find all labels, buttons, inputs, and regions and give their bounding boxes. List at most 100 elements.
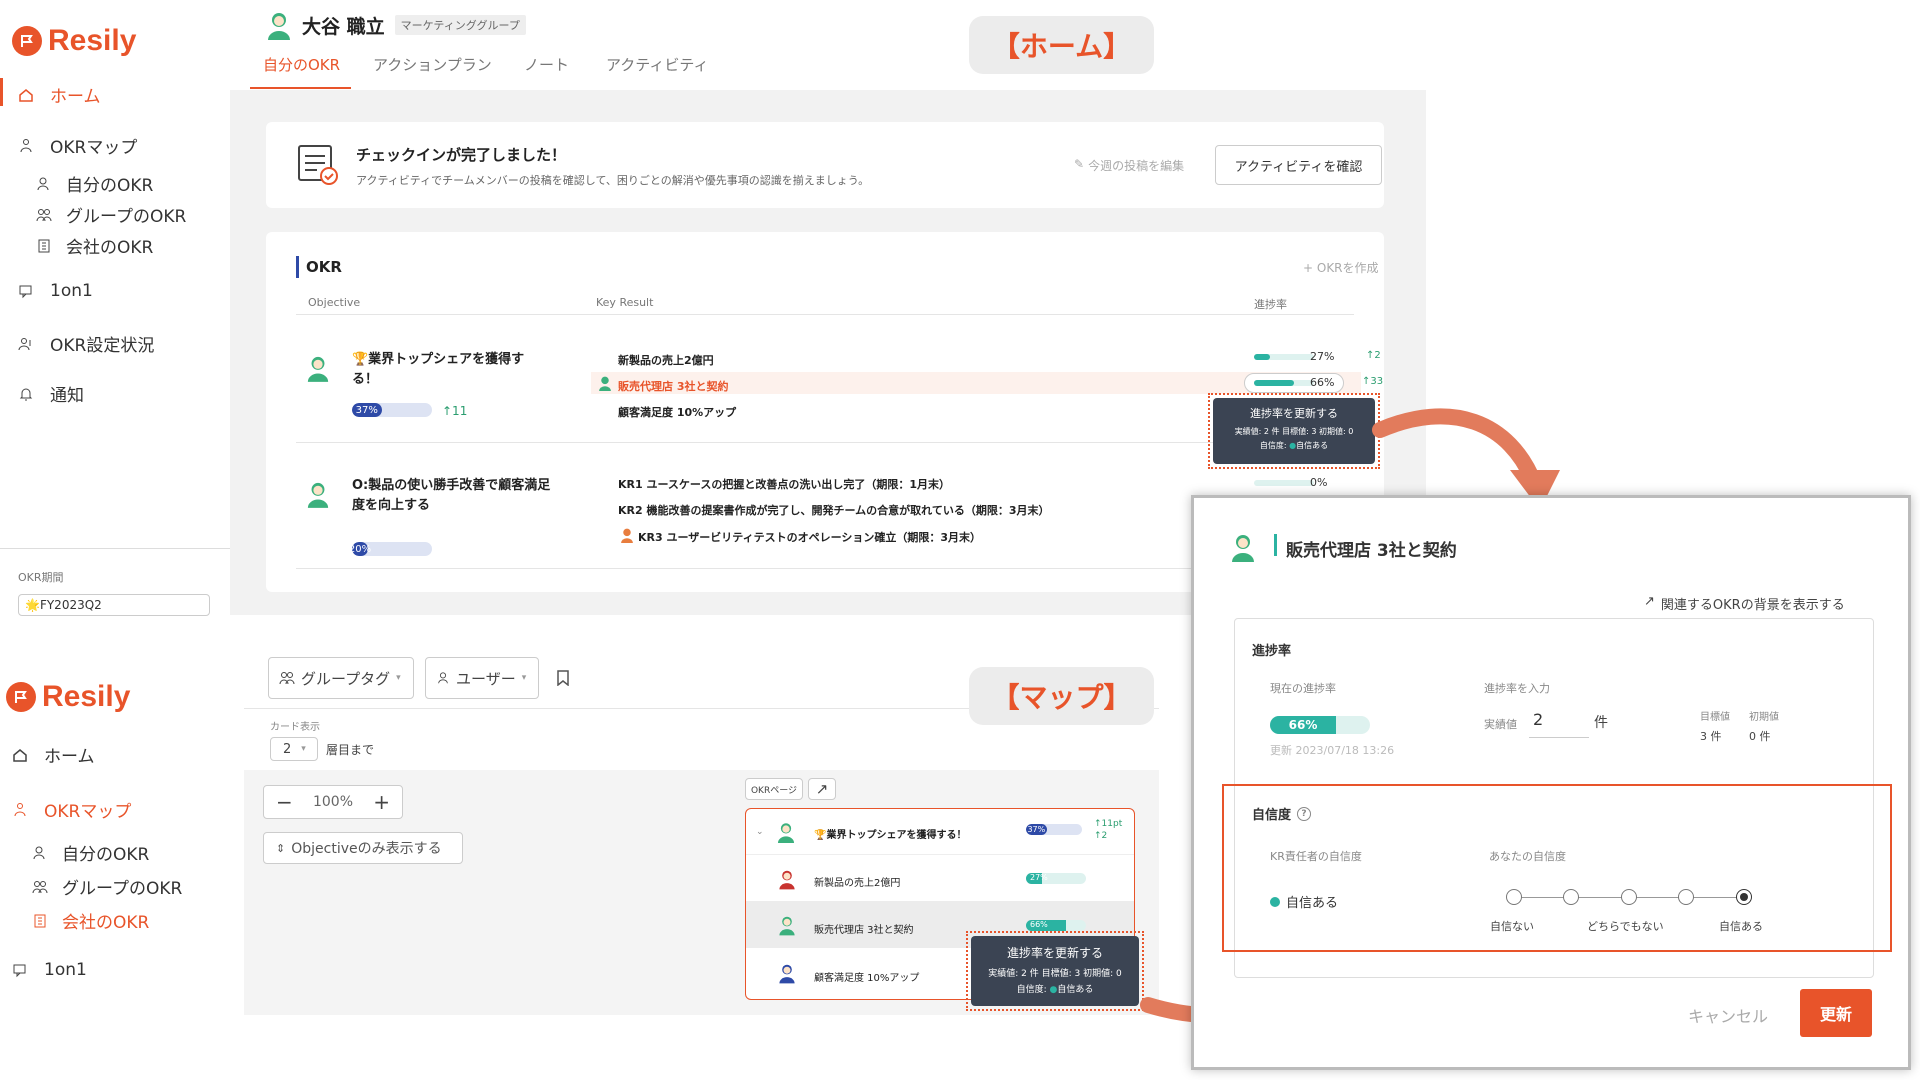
status-dot-icon	[1270, 896, 1280, 907]
sidebar-item-okr-map[interactable]: OKRマップ	[18, 133, 137, 158]
card-depth-suffix: 層目まで	[326, 743, 375, 757]
kr-title: 新製品の売上2億円	[814, 878, 901, 889]
kr-title[interactable]: KR3 ユーザービリティテストのオペレーション確立（期限：3月末）	[638, 529, 981, 545]
tab-my-okr[interactable]: 自分のOKR	[263, 54, 340, 75]
chevron-down-icon: ▾	[396, 673, 401, 683]
external-link-icon[interactable]: ↗	[808, 778, 836, 800]
actual-value-input[interactable]: 2	[1529, 710, 1589, 738]
update-progress-tooltip[interactable]: 進捗率を更新する 実績値: 2 件 目標値: 3 初期値: 0 自信度: ●自信…	[1213, 398, 1375, 464]
okr-page-button[interactable]: OKRページ	[745, 778, 803, 800]
tab-underline	[250, 87, 351, 89]
sidebar-item-okr-status[interactable]: OKR設定状況	[18, 331, 154, 356]
sidebar-item-label: OKRマップ	[50, 138, 138, 158]
sidebar-item-home[interactable]: ホーム	[12, 742, 95, 767]
tab-activity[interactable]: アクティビティ	[606, 54, 708, 75]
create-okr-link[interactable]: + OKRを作成	[1303, 259, 1379, 276]
col-objective: Objective	[308, 296, 361, 309]
help-icon[interactable]: ?	[1297, 806, 1312, 821]
objective-title[interactable]: O:製品の使い勝手改善で顧客満足度を向上する	[352, 476, 562, 516]
update-button[interactable]: 更新	[1800, 989, 1872, 1037]
radio-selected-icon	[1736, 889, 1752, 905]
avatar	[778, 914, 796, 936]
sidebar-item-group-okr[interactable]: グループのOKR	[32, 874, 182, 899]
owner-confidence-value: 自信ある	[1286, 896, 1339, 911]
sidebar-item-company-okr[interactable]: 会社のOKR	[36, 233, 153, 258]
tooltip-confidence-value: 自信ある	[1057, 985, 1094, 995]
brand-name: Resily	[48, 24, 137, 57]
chevron-down-icon[interactable]: ⌄	[756, 827, 764, 837]
col-key-result: Key Result	[596, 296, 654, 309]
home-tooltip-highlight: 進捗率を更新する 実績値: 2 件 目標値: 3 初期値: 0 自信度: ●自信…	[1208, 393, 1380, 469]
zoom-in-icon[interactable]: +	[373, 790, 390, 814]
sidebar-item-company-okr[interactable]: 会社のOKR	[32, 908, 149, 933]
avatar	[266, 10, 292, 40]
update-progress-tooltip[interactable]: 進捗率を更新する 実績値: 2 件 目標値: 3 初期値: 0 自信度: ●自信…	[971, 936, 1139, 1006]
confidence-radio-5[interactable]	[1736, 889, 1752, 905]
confidence-radio-3[interactable]	[1621, 889, 1637, 905]
user-header: 大谷 職立 マーケティンググループ	[266, 10, 526, 40]
avatar	[306, 480, 330, 508]
filter-label: ユーザー	[456, 669, 516, 688]
kr-title[interactable]: 顧客満足度 10%アップ	[618, 404, 736, 420]
sidebar-item-okr-map[interactable]: OKRマップ	[12, 797, 131, 822]
card-depth-select[interactable]: 2 ▾	[270, 737, 318, 761]
group-icon	[279, 670, 295, 686]
progress-fill: 37%	[352, 403, 382, 417]
objective-only-toggle[interactable]: ⇕ Objectiveのみ表示する	[263, 832, 463, 864]
input-progress-label: 進捗率を入力	[1484, 682, 1550, 695]
avatar	[306, 354, 330, 382]
owner-confidence: 自信ある	[1270, 892, 1338, 911]
person-icon	[436, 670, 450, 686]
okr-map-icon	[12, 802, 28, 818]
tab-action-plan[interactable]: アクションプラン	[373, 54, 492, 75]
confidence-radio-2[interactable]	[1563, 889, 1579, 905]
sidebar-item-notify[interactable]: 通知	[18, 381, 84, 406]
progress-fill: 20%	[352, 542, 372, 556]
progress-fill	[1254, 354, 1271, 360]
scale-label-mid: どちらでもない	[1587, 920, 1664, 933]
objective-only-label: Objectiveのみ表示する	[291, 841, 442, 857]
sidebar-item-group-okr[interactable]: グループのOKR	[36, 202, 186, 227]
checkin-desc: アクティビティでチームメンバーの投稿を確認して、困りごとの解消や優先事項の認識を…	[356, 174, 870, 187]
chevron-down-icon: ▾	[521, 673, 527, 683]
person-icon	[36, 176, 52, 192]
cancel-button[interactable]: キャンセル	[1688, 1003, 1768, 1027]
bookmark-icon[interactable]	[556, 670, 570, 686]
kr-title[interactable]: 新製品の売上2億円	[618, 352, 714, 368]
sidebar-item-1on1[interactable]: 1on1	[18, 281, 93, 301]
card-depth-value: 2	[283, 741, 292, 757]
col-progress: 進捗率	[1254, 298, 1287, 311]
zoom-control: − 100% +	[263, 785, 403, 819]
home-icon	[18, 87, 34, 103]
tab-note[interactable]: ノート	[524, 54, 569, 75]
user-group-badge: マーケティンググループ	[394, 15, 526, 35]
user-filter[interactable]: ユーザー ▾	[425, 657, 539, 699]
related-okr-link[interactable]: ↗ 関連するOKRの背景を表示する	[1644, 594, 1845, 613]
progress-fill: 66%	[1270, 716, 1336, 734]
progress-fill: 66%	[1026, 920, 1066, 931]
tooltip-title: 進捗率を更新する	[1006, 946, 1103, 960]
edit-post-link[interactable]: ✎ 今週の投稿を編集	[1074, 157, 1184, 174]
sidebar-item-my-okr[interactable]: 自分のOKR	[36, 171, 153, 196]
okr-period-select[interactable]: 🌟FY2023Q2	[18, 594, 210, 616]
avatar	[778, 868, 796, 890]
zoom-out-icon[interactable]: −	[276, 790, 293, 814]
confidence-radio-4[interactable]	[1678, 889, 1694, 905]
confidence-radio-1[interactable]	[1506, 889, 1522, 905]
group-tag-filter[interactable]: グループタグ ▾	[268, 657, 414, 699]
sidebar-item-label: OKRマップ	[44, 802, 132, 822]
sidebar-item-home[interactable]: ホーム	[18, 82, 101, 107]
kr-title[interactable]: 販売代理店 3社と契約	[618, 378, 728, 394]
kr-title[interactable]: KR2 機能改善の提案書作成が完了し、開発チームの合意が取れている（期限：3月末…	[618, 502, 1049, 518]
scale-label-high: 自信ある	[1719, 920, 1763, 933]
kr-title[interactable]: KR1 ユースケースの把握と改善点の洗い出し完了（期限：1月末）	[618, 476, 950, 492]
bell-icon	[18, 386, 34, 402]
target-label: 目標値	[1700, 712, 1730, 723]
sidebar-item-my-okr[interactable]: 自分のOKR	[32, 840, 149, 865]
confidence-highlight	[1222, 784, 1892, 952]
view-activity-button[interactable]: アクティビティを確認	[1215, 145, 1382, 185]
divider	[296, 442, 1354, 443]
objective-title[interactable]: 🏆業界トップシェアを獲得する！	[352, 350, 542, 390]
resily-logo: Resily	[12, 24, 136, 58]
sidebar-item-1on1[interactable]: 1on1	[12, 960, 87, 980]
